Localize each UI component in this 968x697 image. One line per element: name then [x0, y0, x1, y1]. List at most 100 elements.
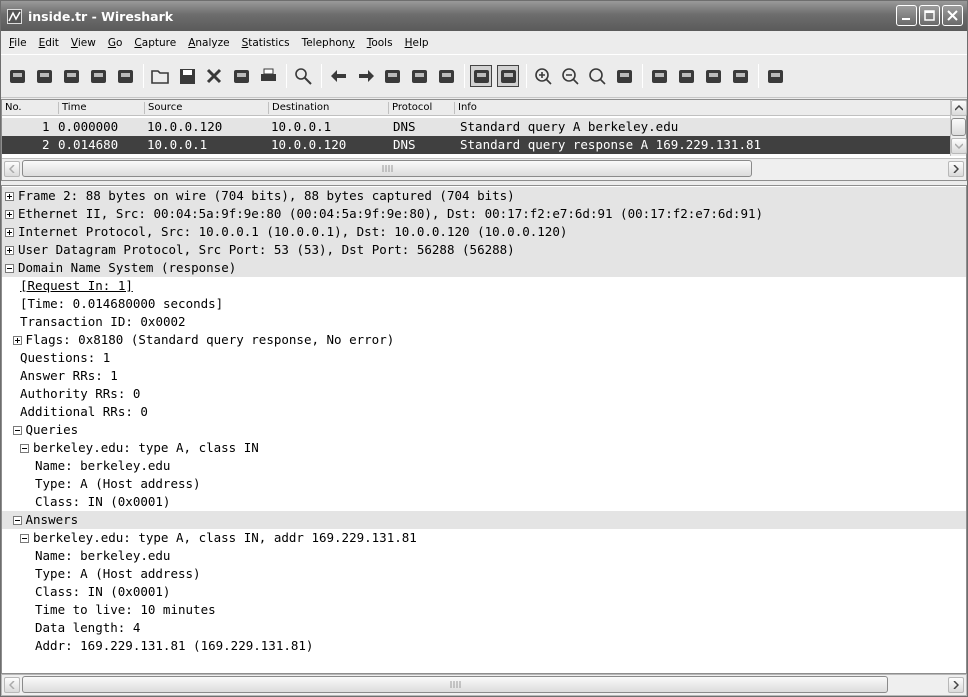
autoscroll-button[interactable]: [497, 65, 519, 87]
tree-node[interactable]: Questions: 1: [2, 349, 966, 367]
expand-icon[interactable]: [5, 192, 14, 201]
tree-node[interactable]: Class: IN (0x0001): [2, 583, 966, 601]
tree-node[interactable]: [Request In: 1]: [2, 277, 966, 295]
menu-capture[interactable]: Capture: [128, 37, 182, 49]
maximize-button[interactable]: [919, 5, 940, 26]
go-first-button[interactable]: [408, 65, 430, 87]
go-back-button[interactable]: [327, 65, 349, 87]
menu-analyze[interactable]: Analyze: [182, 37, 235, 49]
column-protocol[interactable]: Protocol: [388, 102, 432, 114]
column-source[interactable]: Source: [144, 102, 182, 114]
zoom-out-button[interactable]: [559, 65, 581, 87]
scroll-thumb[interactable]: [22, 160, 752, 177]
packet-list-horizontal-scrollbar[interactable]: [2, 158, 966, 180]
resize-columns-button[interactable]: [613, 65, 635, 87]
tree-node[interactable]: Type: A (Host address): [2, 565, 966, 583]
packet-list-vertical-scrollbar[interactable]: [950, 100, 967, 156]
column-time[interactable]: Time: [58, 102, 86, 114]
menu-go[interactable]: Go: [102, 37, 129, 49]
collapse-icon[interactable]: [12, 516, 22, 525]
reload-button[interactable]: [230, 65, 252, 87]
expand-icon[interactable]: [5, 246, 14, 255]
scroll-up-button[interactable]: [951, 100, 967, 116]
column-info[interactable]: Info: [454, 102, 477, 114]
scroll-thumb[interactable]: [951, 118, 966, 136]
collapse-icon[interactable]: [5, 264, 14, 273]
capture-filters-button[interactable]: [648, 65, 670, 87]
tree-node[interactable]: Domain Name System (response): [2, 259, 966, 277]
print-button[interactable]: [257, 65, 279, 87]
zoom-normal-button[interactable]: [586, 65, 608, 87]
capture-options-button[interactable]: [33, 65, 55, 87]
stop-capture-button[interactable]: [87, 65, 109, 87]
collapse-icon[interactable]: [20, 534, 29, 543]
expand-icon[interactable]: [5, 210, 14, 219]
display-filters-button[interactable]: [675, 65, 697, 87]
tree-node[interactable]: Transaction ID: 0x0002: [2, 313, 966, 331]
menu-help[interactable]: Help: [399, 37, 435, 49]
details-horizontal-scrollbar[interactable]: [1, 674, 967, 696]
tree-node[interactable]: Addr: 169.229.131.81 (169.229.131.81): [2, 637, 966, 655]
tree-node[interactable]: Answers: [2, 511, 966, 529]
tree-node[interactable]: Ethernet II, Src: 00:04:5a:9f:9e:80 (00:…: [2, 205, 966, 223]
go-forward-button[interactable]: [354, 65, 376, 87]
tree-node[interactable]: Data length: 4: [2, 619, 966, 637]
colorize-button[interactable]: [470, 65, 492, 87]
scroll-left-button[interactable]: [4, 161, 20, 177]
menu-file[interactable]: File: [3, 37, 33, 49]
close-button[interactable]: [942, 5, 963, 26]
scroll-down-button[interactable]: [951, 138, 967, 154]
title-bar[interactable]: inside.tr - Wireshark: [1, 1, 967, 31]
tree-node[interactable]: Time to live: 10 minutes: [2, 601, 966, 619]
tree-node[interactable]: berkeley.edu: type A, class IN: [2, 439, 966, 457]
column-destination[interactable]: Destination: [268, 102, 329, 114]
find-button[interactable]: [292, 65, 314, 87]
restart-capture-button[interactable]: [114, 65, 136, 87]
tree-node[interactable]: Internet Protocol, Src: 10.0.0.1 (10.0.0…: [2, 223, 966, 241]
preferences-button[interactable]: [729, 65, 751, 87]
column-no[interactable]: No.: [2, 102, 22, 114]
tree-node[interactable]: Class: IN (0x0001): [2, 493, 966, 511]
start-capture-button[interactable]: [60, 65, 82, 87]
tree-node[interactable]: Additional RRs: 0: [2, 403, 966, 421]
scroll-right-button[interactable]: [948, 161, 964, 177]
go-last-button[interactable]: [435, 65, 457, 87]
open-file-button[interactable]: [149, 65, 171, 87]
menu-tools[interactable]: Tools: [361, 37, 399, 49]
coloring-rules-button[interactable]: [702, 65, 724, 87]
zoom-in-button[interactable]: [532, 65, 554, 87]
go-to-packet-button[interactable]: [381, 65, 403, 87]
close-file-button[interactable]: [203, 65, 225, 87]
tree-node-link[interactable]: [Request In: 1]: [20, 278, 133, 293]
tree-node[interactable]: [Time: 0.014680000 seconds]: [2, 295, 966, 313]
tree-node[interactable]: Type: A (Host address): [2, 475, 966, 493]
tree-node[interactable]: Frame 2: 88 bytes on wire (704 bits), 88…: [2, 187, 966, 205]
menu-telephony[interactable]: Telephony: [296, 37, 361, 49]
menu-statistics[interactable]: Statistics: [236, 37, 296, 49]
minimize-button[interactable]: [896, 5, 917, 26]
expand-icon[interactable]: [5, 228, 14, 237]
packet-row[interactable]: 1 0.000000 10.0.0.120 10.0.0.1 DNS Stand…: [2, 118, 950, 136]
scroll-right-button[interactable]: [948, 677, 964, 693]
tree-node[interactable]: Name: berkeley.edu: [2, 547, 966, 565]
collapse-icon[interactable]: [20, 444, 29, 453]
tree-node[interactable]: User Datagram Protocol, Src Port: 53 (53…: [2, 241, 966, 259]
tree-node[interactable]: Answer RRs: 1: [2, 367, 966, 385]
menu-view[interactable]: View: [65, 37, 102, 49]
packet-list[interactable]: No. Time Source Destination Protocol Inf…: [1, 99, 967, 181]
tree-node[interactable]: Flags: 0x8180 (Standard query response, …: [2, 331, 966, 349]
packet-row-selected[interactable]: 2 0.014680 10.0.0.1 10.0.0.120 DNS Stand…: [2, 136, 950, 154]
help-button[interactable]: [764, 65, 786, 87]
scroll-left-button[interactable]: [4, 677, 20, 693]
tree-node[interactable]: Name: berkeley.edu: [2, 457, 966, 475]
packet-details-tree[interactable]: Frame 2: 88 bytes on wire (704 bits), 88…: [1, 185, 967, 674]
save-file-button[interactable]: [176, 65, 198, 87]
scroll-thumb[interactable]: [22, 676, 888, 693]
collapse-icon[interactable]: [12, 426, 22, 435]
expand-icon[interactable]: [12, 336, 22, 345]
menu-edit[interactable]: Edit: [33, 37, 65, 49]
interface-list-button[interactable]: [6, 65, 28, 87]
tree-node[interactable]: Authority RRs: 0: [2, 385, 966, 403]
tree-node[interactable]: berkeley.edu: type A, class IN, addr 169…: [2, 529, 966, 547]
tree-node[interactable]: Queries: [2, 421, 966, 439]
